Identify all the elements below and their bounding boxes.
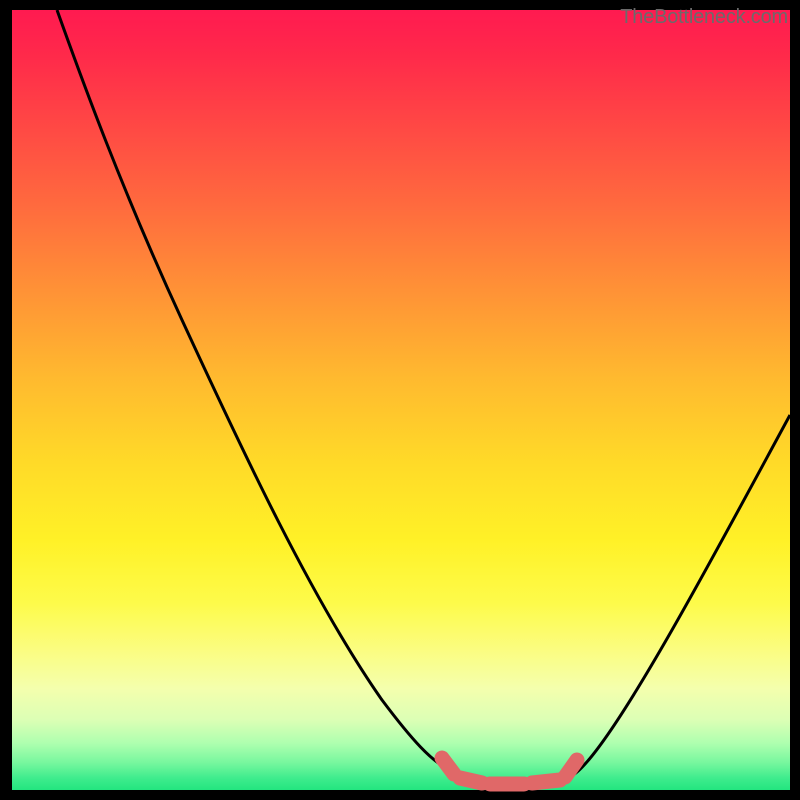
watermark-text: TheBottleneck.com	[620, 6, 788, 29]
curve-main	[57, 10, 790, 783]
chart-svg	[12, 10, 790, 790]
chart-outer: TheBottleneck.com	[0, 0, 800, 800]
valley-highlight	[442, 758, 577, 784]
